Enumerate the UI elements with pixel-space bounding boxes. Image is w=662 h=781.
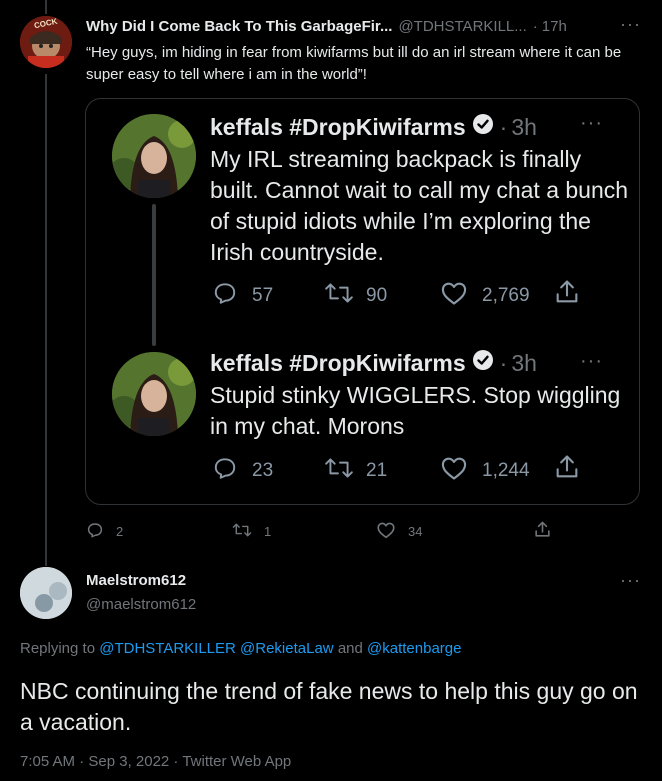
thread-line-main: [45, 74, 47, 566]
mention-kattenbarge[interactable]: @kattenbarge: [367, 640, 461, 657]
retweet-icon: [324, 280, 354, 312]
main-tweet-handle[interactable]: @maelstrom612: [86, 596, 196, 613]
top-tweet-handle[interactable]: @TDHSTARKILL...: [398, 18, 526, 35]
replying-prefix: Replying to: [20, 640, 96, 657]
quoted-1-reply-button[interactable]: 57: [212, 280, 273, 312]
quoted-2-retweet-count: 21: [366, 460, 388, 481]
mention-tdhstarkiller[interactable]: @TDHSTARKILLER: [99, 640, 236, 657]
top-tweet-like-button[interactable]: 34: [376, 521, 422, 542]
verified-icon: [472, 349, 494, 377]
quoted-2-sep: ·: [499, 349, 508, 376]
top-tweet-retweet-count: 1: [264, 524, 272, 539]
main-tweet-display-name[interactable]: Maelstrom612: [86, 572, 186, 589]
top-tweet-time[interactable]: 17h: [542, 18, 567, 35]
top-tweet-share-icon[interactable]: [533, 520, 552, 544]
main-tweet-more-icon[interactable]: ···: [620, 570, 641, 591]
verified-icon: [472, 113, 494, 141]
main-tweet-text: NBC continuing the trend of fake news to…: [20, 678, 638, 735]
quoted-1-more-icon[interactable]: ···: [580, 112, 603, 135]
quoted-1-display-name[interactable]: keffals #DropKiwifarms: [210, 114, 466, 141]
quoted-1-reply-count: 57: [252, 285, 274, 306]
main-tweet-replying-to: Replying to @TDHSTARKILLER @RekietaLaw a…: [20, 640, 461, 657]
quoted-1-avatar[interactable]: [112, 114, 196, 198]
top-tweet-avatar[interactable]: COCK: [20, 16, 72, 68]
quoted-2-reply-button[interactable]: 23: [212, 455, 273, 487]
main-tweet-avatar[interactable]: [20, 567, 72, 619]
like-icon: [440, 455, 468, 487]
top-tweet-retweet-button[interactable]: 1: [232, 521, 271, 542]
quoted-2-like-count: 1,244: [482, 460, 530, 481]
quoted-1-text: My IRL streaming backpack is finally bui…: [210, 146, 629, 265]
top-tweet-sep: ·: [532, 17, 538, 35]
quoted-1-header: keffals #DropKiwifarms · 3h: [210, 112, 537, 142]
top-tweet-display-name[interactable]: Why Did I Come Back To This GarbageFir..…: [86, 18, 392, 35]
quoted-1-like-count: 2,769: [482, 285, 530, 306]
top-tweet-like-count: 34: [408, 524, 423, 539]
quoted-2-like-button[interactable]: 1,244: [440, 455, 530, 487]
reply-icon: [212, 280, 238, 312]
quoted-1-retweet-button[interactable]: 90: [324, 280, 387, 312]
quoted-1-retweet-count: 90: [366, 285, 388, 306]
default-avatar-icon: [20, 567, 72, 619]
quoted-2-time[interactable]: 3h: [511, 350, 537, 377]
quoted-1-sep: ·: [499, 113, 508, 140]
quoted-thread-connector: [152, 204, 156, 346]
quoted-2-avatar[interactable]: [112, 352, 196, 436]
top-tweet-header: Why Did I Come Back To This GarbageFir..…: [86, 16, 646, 36]
like-icon: [376, 521, 396, 542]
top-tweet-text: “Hey guys, im hiding in fear from kiwifa…: [86, 44, 622, 83]
quoted-2-header: keffals #DropKiwifarms · 3h: [210, 348, 537, 378]
mention-rekietalaw[interactable]: @RekietaLaw: [240, 640, 334, 657]
main-tweet-meta[interactable]: 7:05 AM · Sep 3, 2022 · Twitter Web App: [20, 753, 291, 770]
retweet-icon: [324, 455, 354, 487]
quoted-1-time[interactable]: 3h: [511, 114, 537, 141]
quoted-2-retweet-button[interactable]: 21: [324, 455, 387, 487]
quoted-1-share-icon[interactable]: [553, 278, 581, 311]
quoted-2-display-name[interactable]: keffals #DropKiwifarms: [210, 350, 466, 377]
quoted-2-reply-count: 23: [252, 460, 274, 481]
top-tweet-reply-button[interactable]: 2: [86, 521, 123, 542]
retweet-icon: [232, 521, 252, 542]
reply-icon: [212, 455, 238, 487]
quoted-2-share-icon[interactable]: [553, 453, 581, 486]
thread-line-top: [45, 0, 47, 14]
reply-icon: [86, 521, 104, 542]
replying-and: and: [337, 640, 363, 657]
quoted-1-like-button[interactable]: 2,769: [440, 280, 530, 312]
like-icon: [440, 280, 468, 312]
top-tweet-reply-count: 2: [116, 524, 124, 539]
quoted-2-text: Stupid stinky WIGGLERS. Stop wiggling in…: [210, 382, 621, 439]
top-tweet-more-icon[interactable]: ···: [620, 14, 641, 35]
quoted-2-more-icon[interactable]: ···: [580, 350, 603, 373]
